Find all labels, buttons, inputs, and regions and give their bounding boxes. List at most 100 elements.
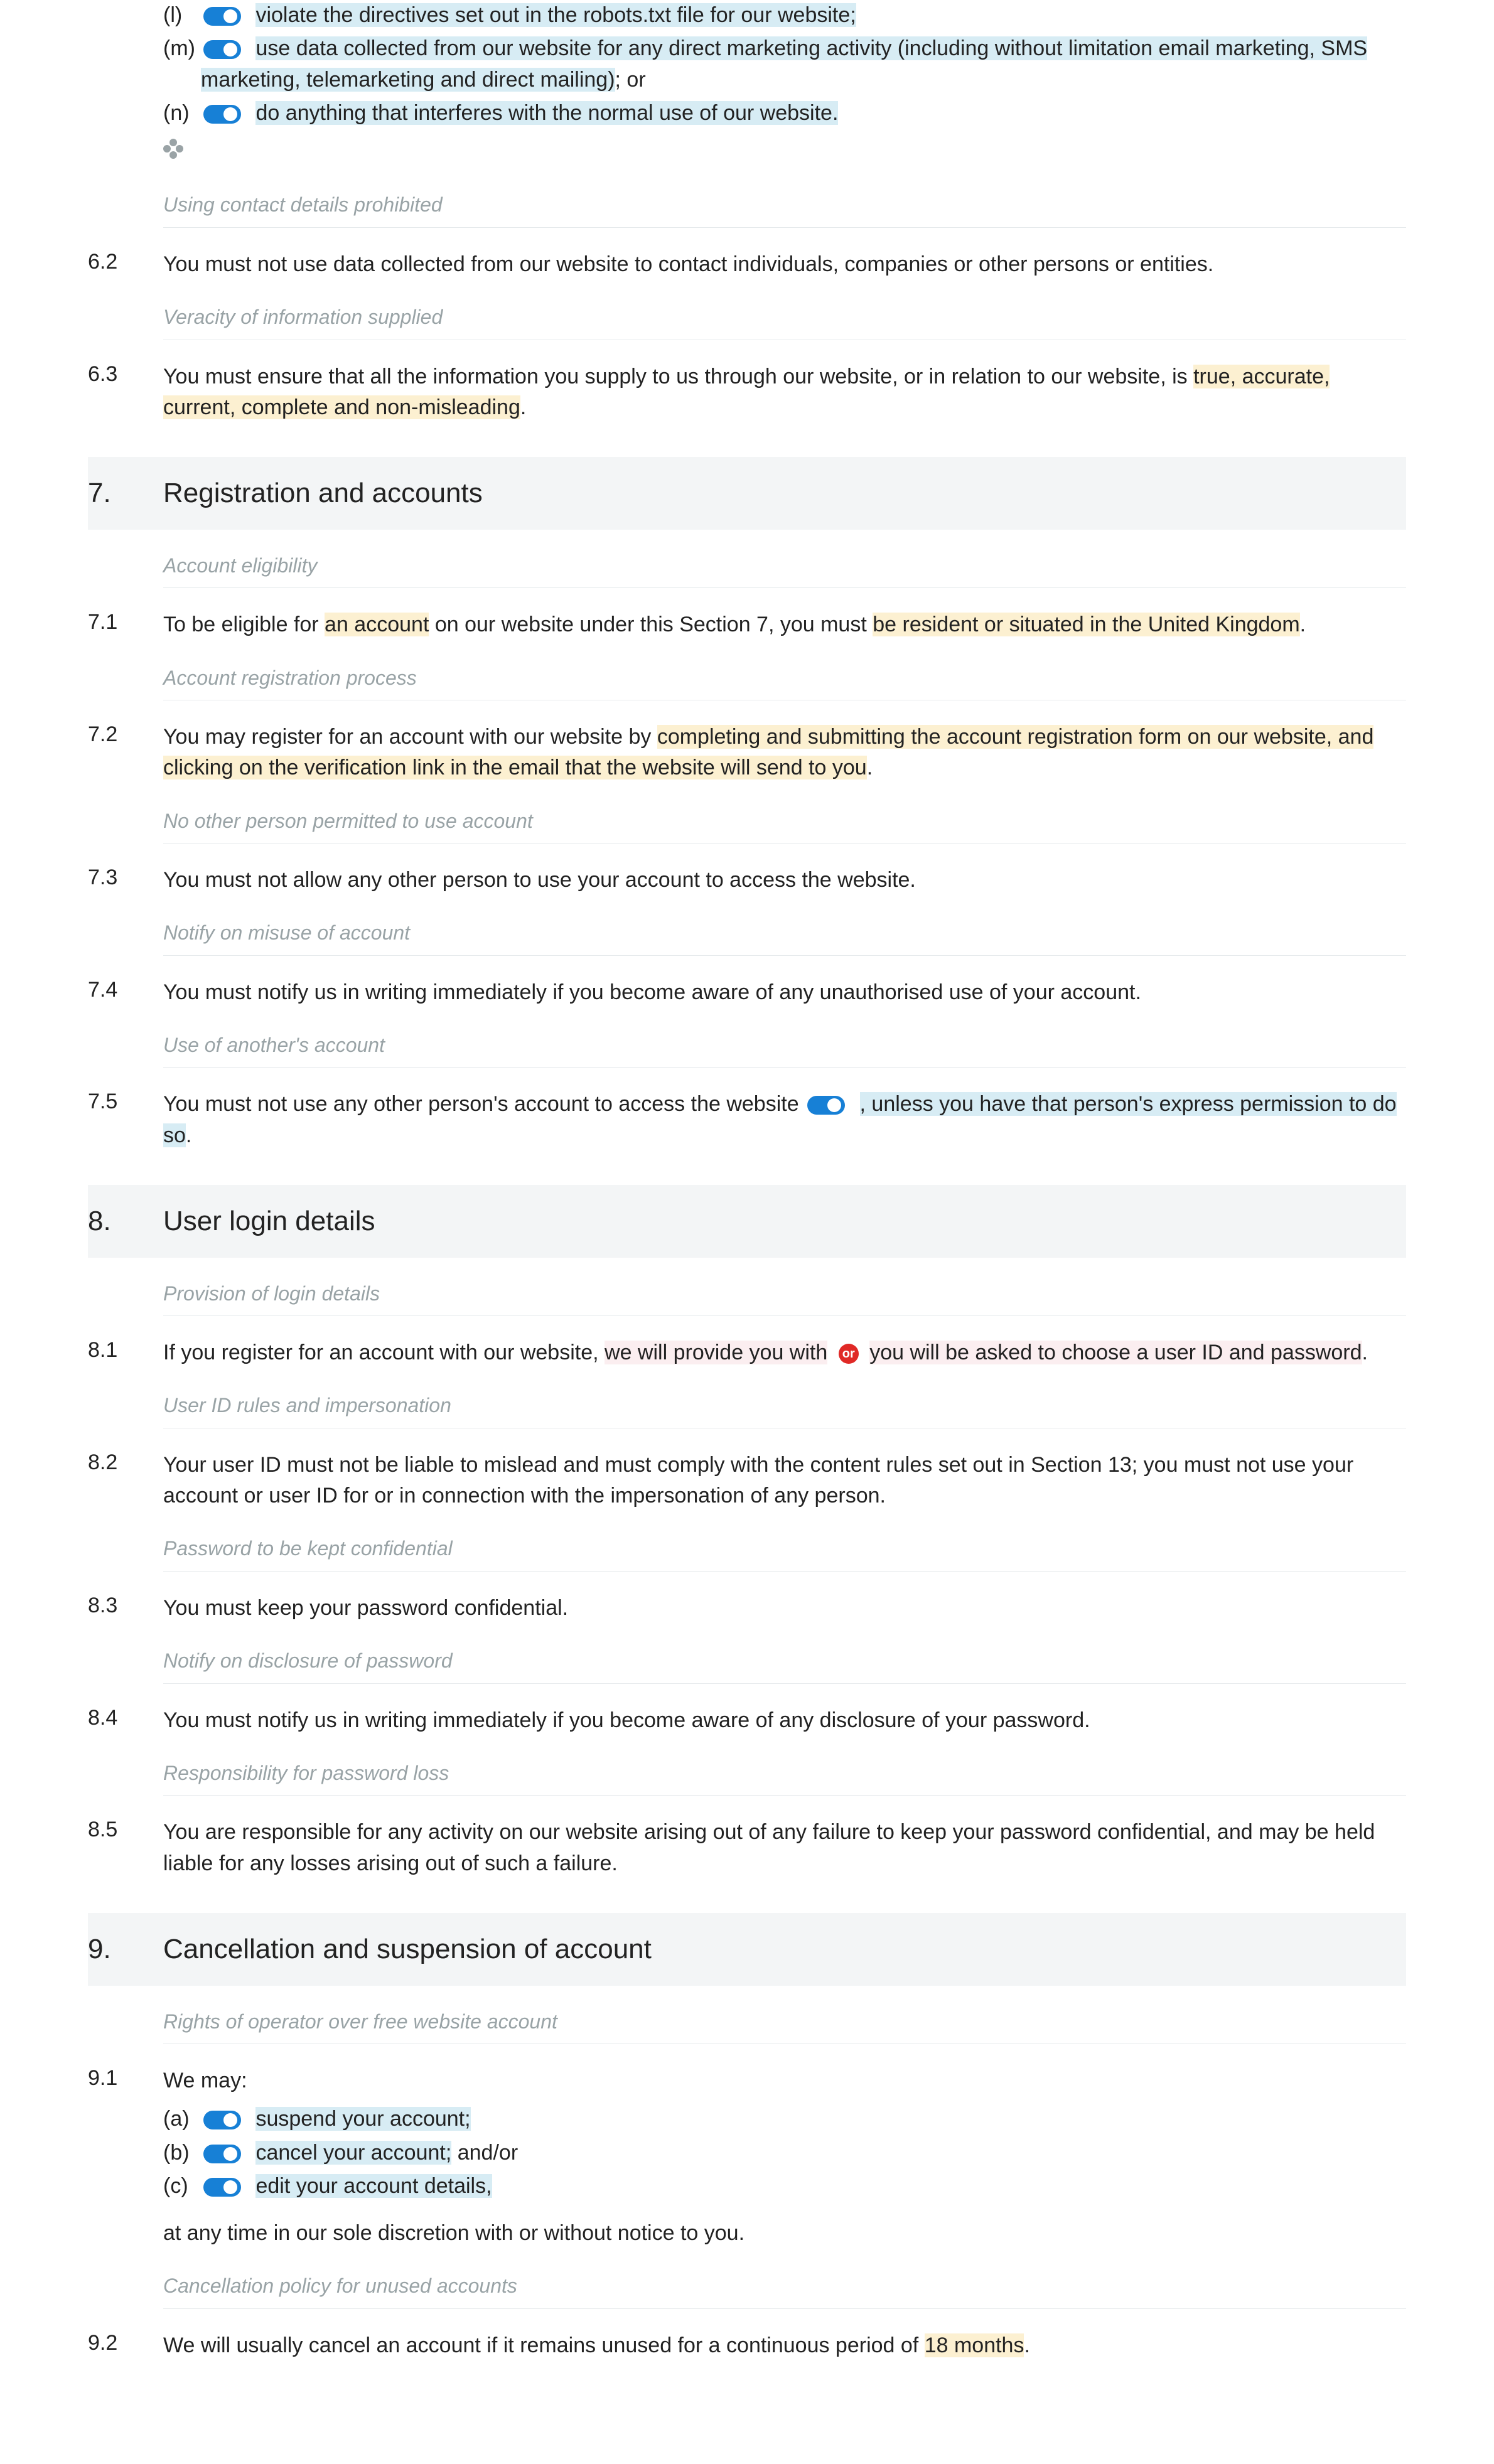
clause-hint: Using contact details prohibited [163,175,1406,227]
clause-text: You may register for an account with our… [163,722,1406,784]
list-item-text: edit your account details, [255,2174,492,2198]
variant-span[interactable]: you will be asked to choose [869,1341,1131,1364]
clause-row: 8.4 You must notify us in writing immedi… [88,1703,1406,1808]
clause-text: We will usually cancel an account if it … [163,2330,1406,2361]
clause-hint: Use of another's account [163,1015,1406,1068]
clause-text: You must not use data collected from our… [163,249,1406,280]
list-item: (l) violate the directives set out in th… [163,0,1406,31]
list-item: (c) edit your account details, [163,2171,1406,2202]
list-item-letter: (b) [163,2138,201,2168]
section-heading: 9. Cancellation and suspension of accoun… [88,1913,1406,1986]
toggle-icon[interactable] [203,2178,241,2197]
clause-row: 8.5 You are responsible for any activity… [88,1814,1406,1887]
list-item-text: do anything that interferes with the nor… [255,101,838,125]
clause-number: 8.3 [88,1590,163,1621]
clause-text: You must notify us in writing immediatel… [163,1705,1406,1736]
list-item: (n) do anything that interferes with the… [163,98,1406,129]
clause-text: If you register for an account with our … [163,1337,1406,1368]
list-item-text: suspend your account; [255,2107,470,2131]
clause-hint-row: Rights of operator over free website acc… [88,1992,1406,2055]
section-number: 9. [88,1929,163,1969]
clause-hint-row: Provision of login details [88,1264,1406,1327]
list-item-letter: (l) [163,0,201,31]
clause-hint: Account eligibility [163,536,1406,588]
list-item-text: use data collected from our website for … [201,36,1367,91]
clause-number: 9.2 [88,2328,163,2359]
clause-hint: User ID rules and impersonation [163,1376,1406,1428]
clause-hint: Notify on misuse of account [163,903,1406,955]
clause-hint: Cancellation policy for unused accounts [163,2256,1406,2308]
clause-row: 9.1 We may: (a) suspend your account; (b… [88,2063,1406,2320]
clause-row: 7.1 To be eligible for an account on our… [88,607,1406,712]
toggle-icon[interactable] [203,2145,241,2163]
toggle-icon[interactable] [203,40,241,59]
clause-text: You must not use any other person's acco… [163,1089,1406,1151]
clause-hint: Veracity of information supplied [163,287,1406,340]
clause-number: 7.2 [88,719,163,750]
variant-span[interactable]: we will provide you with [605,1341,827,1364]
clause-number: 8.1 [88,1335,163,1366]
section-number: 8. [88,1201,163,1241]
clause-text: You are responsible for any activity on … [163,1817,1406,1879]
clause-number: 8.2 [88,1447,163,1478]
clause-hint: No other person permitted to use account [163,791,1406,844]
document-page: (l) violate the directives set out in th… [0,0,1494,2464]
clause-number: 7.3 [88,862,163,893]
clause-hint: Account registration process [163,648,1406,700]
toggle-icon[interactable] [203,105,241,124]
clause-6-sublist-row: (l) violate the directives set out in th… [88,0,1406,239]
list-item-letter: (m) [163,33,201,64]
clause-text: Your user ID must not be liable to misle… [163,1450,1406,1512]
list-item: (b) cancel your account; and/or [163,2138,1406,2168]
editable-span[interactable]: an account [325,613,429,636]
list-item-text: violate the directives set out in the ro… [255,3,856,27]
section-heading: 8. User login details [88,1185,1406,1258]
clause-hint: Rights of operator over free website acc… [163,1992,1406,2044]
clause-row: 8.2 Your user ID must not be liable to m… [88,1447,1406,1583]
list-item: (m) use data collected from our website … [163,33,1406,95]
clause-number: 8.4 [88,1703,163,1733]
clause-intro: We may: [163,2065,1406,2096]
clause-hint: Provision of login details [163,1264,1406,1316]
clause-text: To be eligible for an account on our web… [163,609,1406,640]
clause-row: 9.2 We will usually cancel an account if… [88,2328,1406,2369]
list-item-letter: (a) [163,2104,201,2135]
clause-number: 6.2 [88,247,163,277]
list-item: (a) suspend your account; [163,2104,1406,2135]
clause-text: You must not allow any other person to u… [163,865,1406,896]
clause-row: 8.1 If you register for an account with … [88,1335,1406,1440]
editable-span[interactable]: be resident or situated in the United Ki… [873,613,1299,636]
list-item-letter: (c) [163,2171,201,2202]
or-icon[interactable]: or [839,1344,859,1364]
clause-row: 7.3 You must not allow any other person … [88,862,1406,967]
clause-hint: Notify on disclosure of password [163,1631,1406,1683]
clause-outro: at any time in our sole discretion with … [163,2218,1406,2249]
clause-hint-row: Account eligibility [88,536,1406,599]
toggle-icon[interactable] [203,2111,241,2129]
section-title: User login details [163,1201,375,1241]
add-item-icon[interactable] [163,139,183,159]
list-item-letter: (n) [163,98,201,129]
list-item-tail: and/or [451,2141,518,2165]
clause-hint: Responsibility for password loss [163,1744,1406,1796]
clause-row: 6.3 You must ensure that all the informa… [88,359,1406,431]
clause-number: 6.3 [88,359,163,390]
section-heading: 7. Registration and accounts [88,457,1406,530]
editable-span[interactable]: 18 months [925,2333,1024,2357]
clause-number: 9.1 [88,2063,163,2094]
list-item-tail: ; or [615,68,646,92]
toggle-icon[interactable] [203,7,241,26]
section-title: Registration and accounts [163,473,483,513]
toggle-icon[interactable] [807,1096,845,1115]
clause-hint: Password to be kept confidential [163,1519,1406,1571]
section-title: Cancellation and suspension of account [163,1929,652,1969]
clause-text: You must keep your password confidential… [163,1593,1406,1624]
clause-text: You must ensure that all the information… [163,362,1406,424]
clause-row: 7.4 You must notify us in writing immedi… [88,975,1406,1079]
clause-row: 7.5 You must not use any other person's … [88,1086,1406,1159]
clause-number: 8.5 [88,1814,163,1845]
list-item-text: cancel your account; [255,2141,451,2165]
section-number: 7. [88,473,163,513]
clause-number: 7.5 [88,1086,163,1117]
clause-number: 7.4 [88,975,163,1005]
